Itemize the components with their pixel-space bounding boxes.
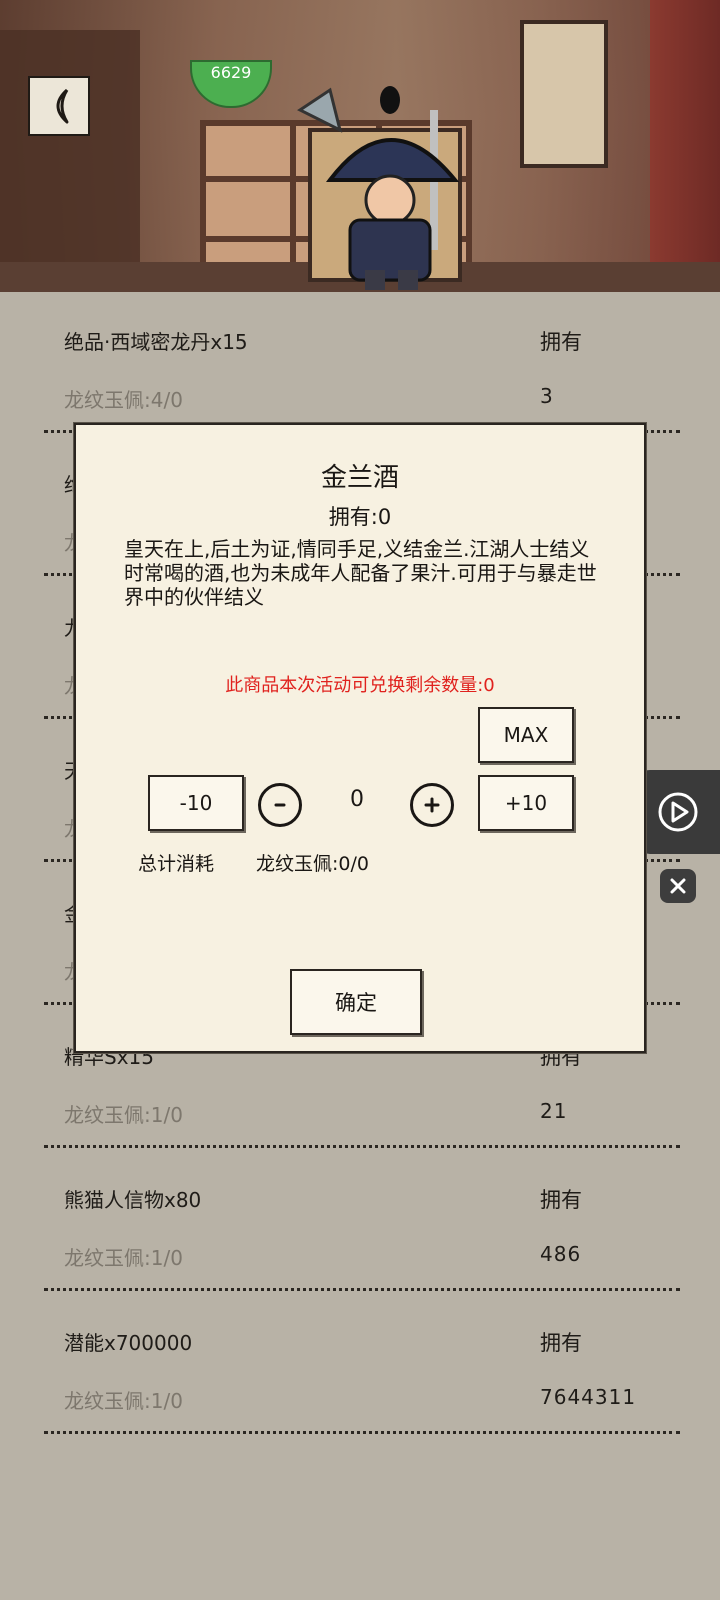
item-cost: 龙纹玉佩:1/0 [64, 1246, 183, 1270]
header-scene: 6629 [0, 0, 720, 292]
item-description: 皇天在上,后土为证,情同手足,义结金兰.江湖人士结义时常喝的酒,也为未成年人配备… [124, 537, 597, 609]
back-button[interactable] [28, 76, 90, 136]
list-item[interactable]: 熊猫人信物x80 拥有 龙纹玉佩:1/0 486 [0, 1150, 720, 1293]
owned-count: 7644311 [540, 1385, 637, 1409]
exchange-dialog: 金兰酒 拥有:0 皇天在上,后土为证,情同手足,义结金兰.江湖人士结义时常喝的酒… [74, 423, 646, 1053]
dialog-title: 金兰酒 [320, 463, 399, 493]
scene-curtain [650, 0, 720, 292]
owned-label: 拥有 [540, 330, 582, 354]
scene-shelf [0, 30, 140, 290]
remaining-notice: 此商品本次活动可兑换剩余数量:0 [225, 675, 495, 696]
row-divider [44, 1288, 680, 1291]
quantity-value: 0 [350, 787, 364, 812]
item-cost: 龙纹玉佩:1/0 [64, 1389, 183, 1413]
plus-ten-button[interactable]: +10 [478, 775, 574, 831]
owned-count: 486 [540, 1242, 582, 1266]
owned-count: 拥有:0 [328, 505, 392, 529]
confirm-button[interactable]: 确定 [290, 969, 422, 1035]
total-cost-label: 总计消耗 [138, 853, 215, 875]
increment-button[interactable] [410, 783, 454, 827]
merchant-character [297, 86, 462, 290]
plus-icon [424, 797, 440, 813]
owned-label: 拥有 [540, 1331, 582, 1355]
item-name: 熊猫人信物x80 [64, 1188, 202, 1212]
list-item[interactable]: 潜能x700000 拥有 龙纹玉佩:1/0 7644311 [0, 1293, 720, 1436]
decrement-button[interactable] [258, 783, 302, 827]
max-button[interactable]: MAX [478, 707, 574, 763]
owned-count: 21 [540, 1099, 568, 1123]
item-name: 潜能x700000 [64, 1331, 193, 1355]
scene-scroll-painting [520, 20, 608, 168]
total-cost-value: 龙纹玉佩:0/0 [256, 853, 369, 875]
owned-count: 3 [540, 384, 554, 408]
close-icon [670, 878, 686, 894]
video-play-button[interactable] [636, 770, 720, 854]
chevron-left-icon [56, 88, 69, 124]
close-button[interactable] [660, 869, 696, 903]
minus-ten-button[interactable]: -10 [148, 775, 244, 831]
row-divider [44, 1145, 680, 1148]
row-divider [44, 1431, 680, 1434]
owned-label: 拥有 [540, 1188, 582, 1212]
play-icon [658, 792, 698, 832]
list-item[interactable]: 绝品·西域密龙丹x15 拥有 龙纹玉佩:4/0 3 [0, 292, 720, 435]
item-cost: 龙纹玉佩:4/0 [64, 388, 183, 412]
item-name: 绝品·西域密龙丹x15 [64, 330, 248, 354]
minus-icon [274, 803, 286, 807]
item-cost: 龙纹玉佩:1/0 [64, 1103, 183, 1127]
